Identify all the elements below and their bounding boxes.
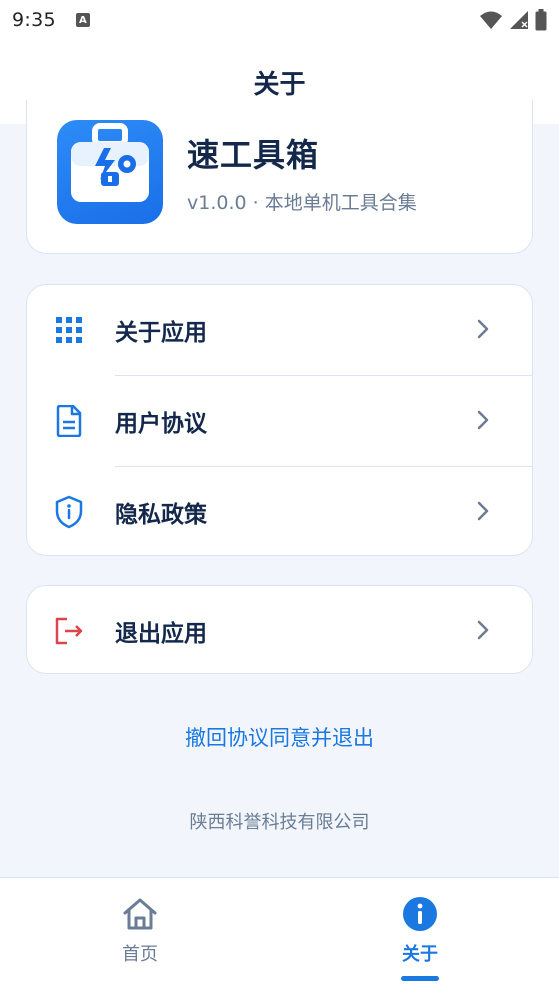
nav-item-home[interactable]: 首页: [40, 878, 240, 995]
revoke-consent-link[interactable]: 撤回协议同意并退出: [0, 722, 559, 752]
menu-item-label: 关于应用: [115, 320, 207, 346]
menu-item-user-agreement[interactable]: 用户协议: [27, 376, 534, 466]
menu-card: 关于应用 用户协议 隐私政策: [26, 284, 533, 556]
exit-app-button[interactable]: 退出应用: [27, 586, 534, 676]
chevron-right-icon: [477, 410, 489, 430]
logout-icon: [53, 615, 85, 647]
toolbox-icon: [57, 120, 163, 224]
battery-icon: [535, 9, 547, 31]
menu-item-privacy-policy[interactable]: 隐私政策: [27, 467, 534, 557]
nav-label: 关于: [402, 944, 438, 965]
home-icon: [122, 896, 158, 932]
nav-label: 首页: [122, 944, 158, 965]
info-icon: [402, 896, 438, 932]
menu-item-label: 用户协议: [115, 411, 207, 437]
chevron-right-icon: [477, 319, 489, 339]
chevron-right-icon: [477, 501, 489, 521]
status-bar: 9:35 A: [0, 0, 559, 40]
status-right: [479, 9, 547, 31]
grid-icon: [53, 314, 85, 346]
chevron-right-icon: [477, 620, 489, 640]
app-subtitle: v1.0.0 · 本地单机工具合集: [187, 192, 417, 214]
signal-icon: [510, 11, 528, 29]
bottom-nav: 首页 关于: [0, 877, 559, 995]
menu-item-label: 隐私政策: [115, 502, 207, 528]
app-info-card: 速工具箱 v1.0.0 · 本地单机工具合集: [26, 100, 533, 254]
app-name: 速工具箱: [187, 136, 320, 174]
menu-item-about-app[interactable]: 关于应用: [27, 285, 534, 375]
company-name: 陕西科誉科技有限公司: [189, 812, 370, 833]
status-time: 9:35: [12, 9, 56, 31]
notification-icon: A: [75, 13, 90, 27]
exit-app-label: 退出应用: [115, 621, 207, 647]
shield-info-icon: [53, 495, 85, 529]
document-icon: [53, 405, 85, 437]
page-title: 关于: [253, 69, 306, 100]
wifi-icon: [480, 11, 502, 29]
active-tab-indicator: [401, 976, 439, 981]
exit-card: 退出应用: [26, 585, 533, 674]
